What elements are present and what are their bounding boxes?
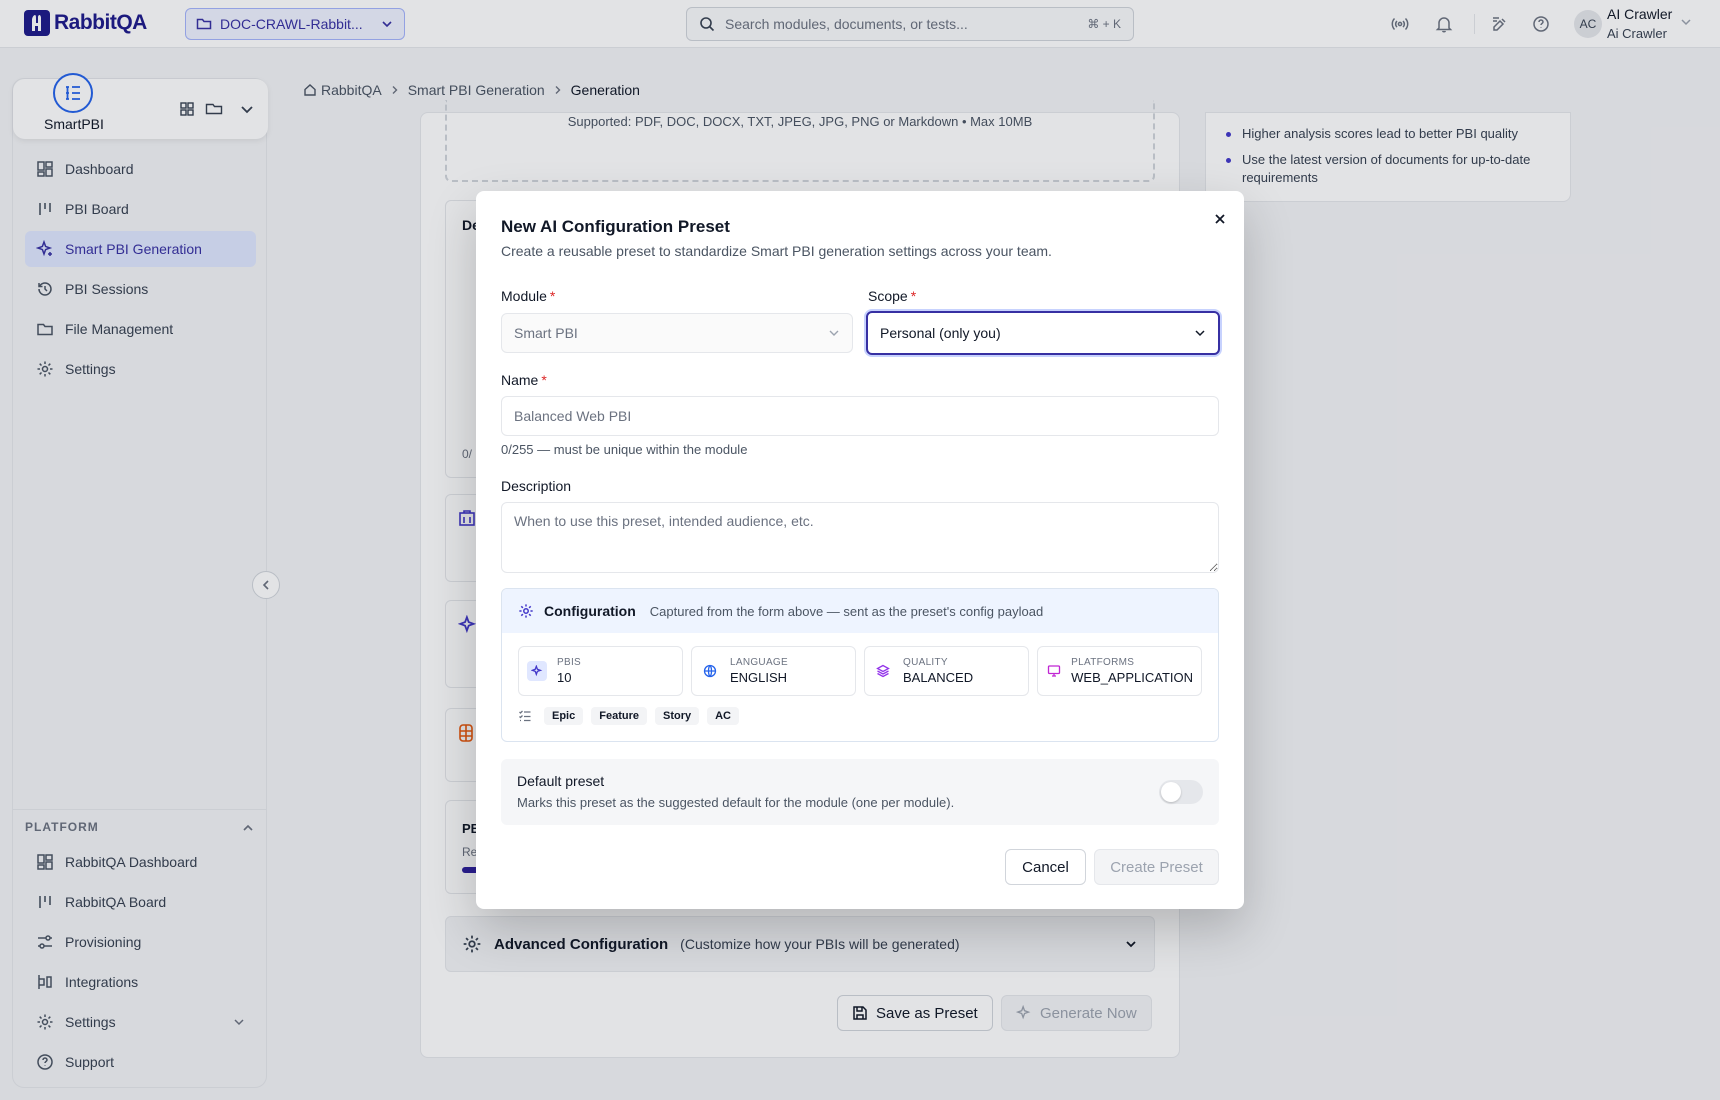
stat-platforms: PLATFORMS WEB_APPLICATION: [1037, 646, 1202, 696]
dialog-title: New AI Configuration Preset: [501, 217, 730, 236]
stat-label: PBIS: [557, 657, 581, 668]
create-preset-button[interactable]: Create Preset: [1094, 849, 1219, 885]
stat-label: LANGUAGE: [730, 657, 788, 668]
scope-label: Scope *: [868, 288, 916, 304]
scope-select[interactable]: Personal (only you): [866, 311, 1220, 355]
configuration-description: Captured from the form above — sent as t…: [649, 603, 1044, 619]
name-label: Name *: [501, 372, 547, 388]
new-preset-dialog: New AI Configuration Preset Create a reu…: [476, 191, 1244, 909]
close-icon: [1213, 212, 1227, 226]
configuration-header: Configuration Captured from the form abo…: [502, 589, 1218, 633]
toggle-knob: [1161, 782, 1181, 802]
stat-pbis: PBIS 10: [518, 646, 683, 696]
tag-story: Story: [654, 707, 700, 725]
default-preset-title: Default preset: [517, 773, 605, 789]
layers-icon: [873, 661, 893, 681]
configuration-title: Configuration: [544, 603, 636, 619]
stat-quality: QUALITY BALANCED: [864, 646, 1029, 696]
name-hint: 0/255 — must be unique within the module: [501, 442, 748, 457]
description-textarea[interactable]: [501, 502, 1219, 573]
stat-value: 10: [557, 670, 572, 685]
sparkle-icon: [527, 661, 547, 681]
stat-label: QUALITY: [903, 657, 948, 668]
configuration-summary: Configuration Captured from the form abo…: [501, 588, 1219, 742]
stat-value: ENGLISH: [730, 670, 788, 685]
default-preset-description: Marks this preset as the suggested defau…: [517, 795, 955, 810]
chevron-down-icon: [828, 327, 840, 339]
gear-icon: [518, 603, 534, 619]
required-mark: *: [910, 288, 917, 304]
default-preset-row: Default preset Marks this preset as the …: [501, 759, 1219, 825]
module-select[interactable]: Smart PBI: [501, 313, 853, 353]
default-preset-toggle[interactable]: [1159, 780, 1203, 804]
module-label: Module *: [501, 288, 555, 304]
module-label-text: Module: [501, 288, 547, 304]
scope-label-text: Scope: [868, 288, 908, 304]
stat-label: PLATFORMS: [1071, 657, 1135, 668]
required-mark: *: [541, 372, 547, 388]
dialog-subtitle: Create a reusable preset to standardize …: [501, 243, 1052, 259]
module-select-value: Smart PBI: [514, 325, 578, 341]
name-label-text: Name: [501, 372, 539, 388]
stat-language: LANGUAGE ENGLISH: [691, 646, 856, 696]
description-label: Description: [501, 478, 572, 494]
stat-value: BALANCED: [903, 670, 974, 685]
checklist-icon: [518, 709, 532, 723]
cancel-button[interactable]: Cancel: [1005, 849, 1086, 885]
tag-ac: AC: [707, 707, 739, 725]
close-button[interactable]: [1208, 207, 1232, 231]
tag-feature: Feature: [591, 707, 647, 725]
scope-select-value: Personal (only you): [880, 325, 1001, 341]
required-mark: *: [549, 288, 556, 304]
stat-value: WEB_APPLICATION: [1071, 670, 1193, 685]
hierarchy-tags: Epic Feature Story AC: [518, 707, 739, 725]
name-input[interactable]: [501, 396, 1219, 436]
chevron-down-icon: [1194, 327, 1206, 339]
globe-icon: [700, 661, 720, 681]
monitor-icon: [1046, 661, 1061, 681]
tag-epic: Epic: [544, 707, 584, 725]
